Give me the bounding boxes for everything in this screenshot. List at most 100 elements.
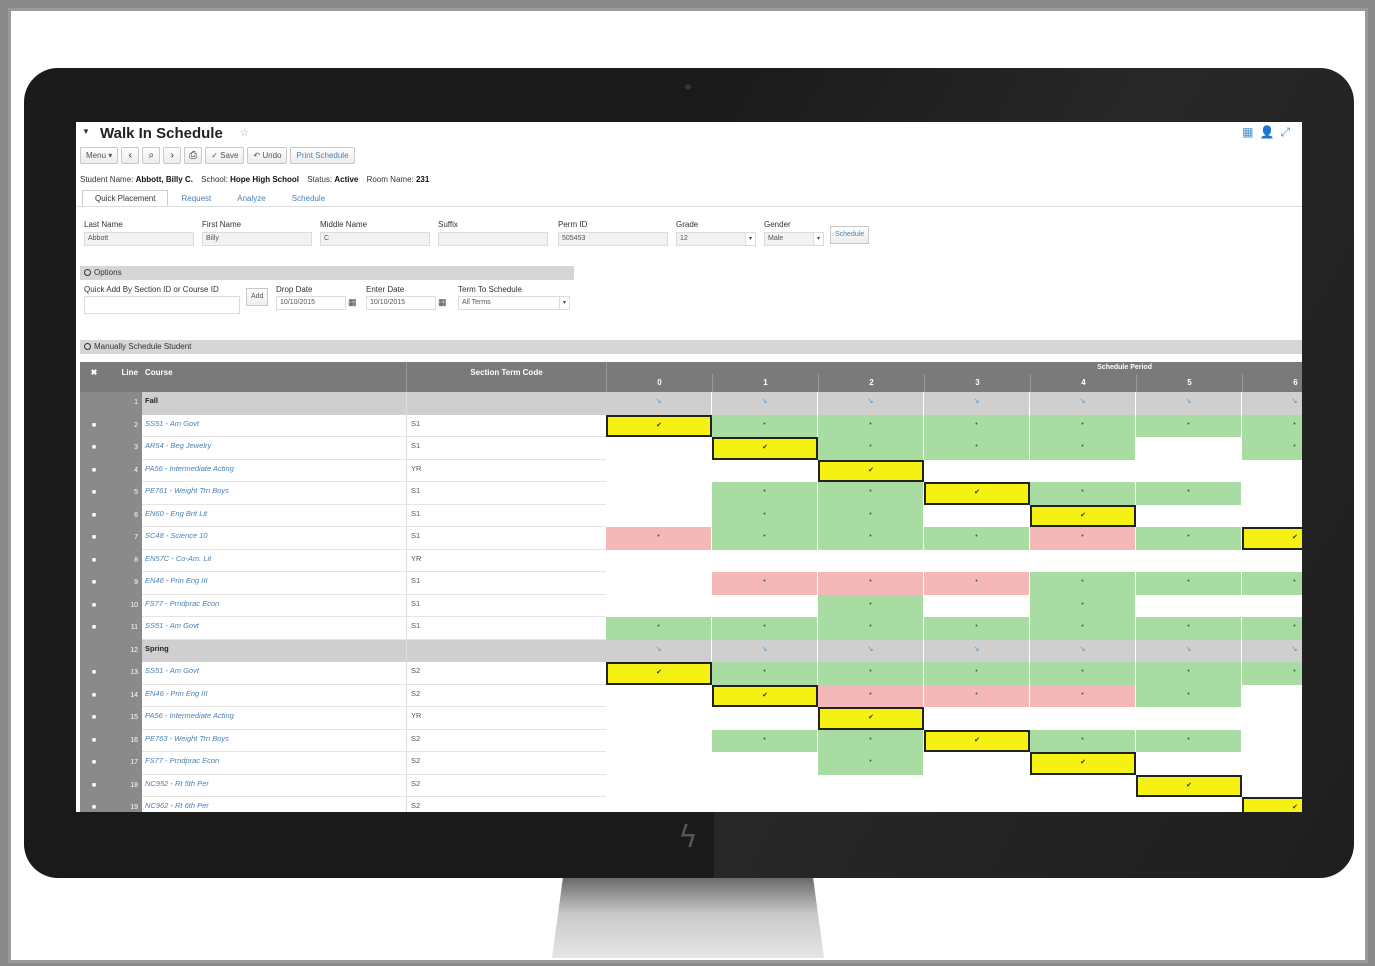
period-cell-6[interactable] [1242, 549, 1302, 572]
quick-add-input[interactable] [84, 296, 240, 314]
period-cell-3[interactable] [924, 459, 1030, 482]
favorite-star-icon[interactable]: ☆ [240, 128, 249, 139]
period-cell-1[interactable]: ↘ [712, 392, 818, 415]
person-icon[interactable]: 👤 [1259, 125, 1274, 140]
period-cell-2[interactable]: • [818, 752, 924, 775]
period-cell-3[interactable] [924, 549, 1030, 572]
period-cell-1[interactable]: • [712, 527, 818, 550]
collapse-icon[interactable]: ▼ [82, 127, 90, 136]
period-cell-3[interactable] [924, 752, 1030, 775]
period-cell-2[interactable]: • [818, 729, 924, 752]
period-cell-2[interactable]: • [818, 482, 924, 505]
period-cell-5[interactable] [1136, 504, 1242, 527]
period-cell-0[interactable] [606, 572, 712, 595]
period-cell-3[interactable] [924, 774, 1030, 797]
period-cell-4[interactable]: ✔ [1030, 504, 1136, 527]
period-cell-2[interactable] [818, 549, 924, 572]
period-cell-5[interactable]: • [1136, 617, 1242, 640]
save-button[interactable]: ✓ Save [205, 147, 245, 164]
period-cell-3[interactable]: • [924, 572, 1030, 595]
remove-row-button[interactable]: ■ [80, 594, 108, 617]
period-cell-5[interactable] [1136, 797, 1242, 812]
period-cell-1[interactable]: • [712, 729, 818, 752]
remove-row-button[interactable]: ■ [80, 707, 108, 730]
period-cell-2[interactable]: ↘ [818, 639, 924, 662]
period-cell-6[interactable] [1242, 752, 1302, 775]
period-cell-4[interactable]: ↘ [1030, 639, 1136, 662]
remove-row-button[interactable]: ■ [80, 459, 108, 482]
remove-row-button[interactable]: ■ [80, 572, 108, 595]
course-link[interactable]: EN46 - Prin Eng III [142, 572, 406, 595]
period-cell-2[interactable]: • [818, 437, 924, 460]
course-link[interactable]: SC48 - Science 10 [142, 527, 406, 550]
period-cell-4[interactable]: • [1030, 482, 1136, 505]
period-cell-1[interactable]: • [712, 482, 818, 505]
remove-row-button[interactable]: ■ [80, 684, 108, 707]
remove-row-button[interactable]: ■ [80, 662, 108, 685]
manual-schedule-section-header[interactable]: Manually Schedule Student [80, 340, 1302, 354]
period-cell-0[interactable] [606, 437, 712, 460]
calendar-icon[interactable]: ▦ [348, 297, 357, 308]
remove-row-button[interactable]: ■ [80, 774, 108, 797]
period-cell-0[interactable] [606, 504, 712, 527]
period-cell-0[interactable] [606, 482, 712, 505]
tab-schedule[interactable]: Schedule [279, 190, 338, 206]
course-link[interactable]: SS51 - Am Govt [142, 415, 406, 437]
period-cell-6[interactable]: ↘ [1242, 392, 1302, 415]
period-cell-5[interactable] [1136, 752, 1242, 775]
period-cell-2[interactable]: ↘ [818, 392, 924, 415]
period-cell-0[interactable] [606, 707, 712, 730]
period-cell-5[interactable] [1136, 594, 1242, 617]
gender-select[interactable]: Male ▾ [764, 232, 824, 246]
period-cell-2[interactable]: • [818, 662, 924, 685]
period-cell-5[interactable]: ↘ [1136, 639, 1242, 662]
search-button[interactable]: ⌕ [142, 147, 161, 164]
period-cell-1[interactable] [712, 549, 818, 572]
tab-analyze[interactable]: Analyze [224, 190, 278, 206]
period-cell-6[interactable]: • [1242, 617, 1302, 640]
period-cell-3[interactable]: • [924, 617, 1030, 640]
period-cell-0[interactable] [606, 774, 712, 797]
period-cell-4[interactable]: • [1030, 527, 1136, 550]
period-cell-6[interactable]: • [1242, 437, 1302, 460]
print-button[interactable]: ⎙ [184, 147, 203, 164]
period-cell-3[interactable]: ✔ [924, 482, 1030, 505]
prev-record-button[interactable]: ‹ [121, 147, 140, 164]
period-cell-6[interactable] [1242, 729, 1302, 752]
print-schedule-button[interactable]: Print Schedule [290, 147, 355, 164]
period-cell-3[interactable]: • [924, 684, 1030, 707]
remove-row-button[interactable]: ■ [80, 504, 108, 527]
period-cell-1[interactable]: ↘ [712, 639, 818, 662]
period-cell-5[interactable]: • [1136, 572, 1242, 595]
period-cell-6[interactable] [1242, 504, 1302, 527]
calendar-icon[interactable]: ▦ [438, 297, 447, 308]
menu-button[interactable]: Menu ▾ [80, 147, 119, 164]
period-cell-4[interactable] [1030, 707, 1136, 730]
period-cell-1[interactable] [712, 797, 818, 812]
period-cell-4[interactable] [1030, 549, 1136, 572]
period-cell-5[interactable]: • [1136, 527, 1242, 550]
period-cell-6[interactable]: • [1242, 414, 1302, 437]
period-cell-1[interactable]: • [712, 617, 818, 640]
grade-select[interactable]: 12 ▾ [676, 232, 756, 246]
period-cell-3[interactable]: • [924, 414, 1030, 437]
course-link[interactable]: SS51 - Am Govt [142, 617, 406, 640]
course-link[interactable]: NC962 - Rt 6th Per [142, 797, 406, 812]
period-cell-1[interactable]: • [712, 572, 818, 595]
period-cell-2[interactable] [818, 774, 924, 797]
course-link[interactable]: FS77 - Prndprac Econ [142, 752, 406, 775]
period-cell-3[interactable]: • [924, 527, 1030, 550]
period-cell-6[interactable]: • [1242, 572, 1302, 595]
remove-row-button[interactable]: ■ [80, 617, 108, 640]
period-cell-2[interactable] [818, 797, 924, 812]
period-cell-4[interactable]: • [1030, 572, 1136, 595]
period-cell-6[interactable]: ↘ [1242, 639, 1302, 662]
remove-row-button[interactable]: ■ [80, 549, 108, 572]
period-cell-2[interactable]: ✔ [818, 707, 924, 730]
course-link[interactable]: EN60 - Eng Brit Lit [142, 505, 406, 527]
period-cell-1[interactable] [712, 774, 818, 797]
period-cell-3[interactable]: ↘ [924, 639, 1030, 662]
course-link[interactable]: FS77 - Prndprac Econ [142, 595, 406, 617]
remove-row-button[interactable]: ■ [80, 752, 108, 775]
period-cell-1[interactable]: ✔ [712, 684, 818, 707]
